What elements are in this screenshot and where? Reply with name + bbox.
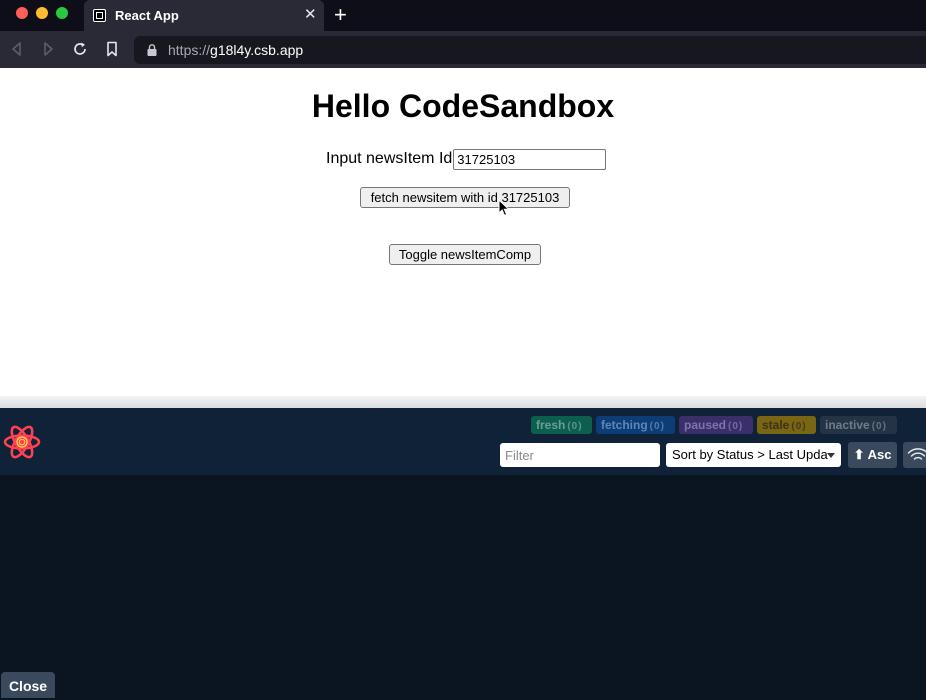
url-scheme: https://	[168, 42, 211, 58]
badge-stale-count: (0)	[791, 421, 807, 432]
browser-tab-bar: React App ✕ +	[0, 0, 926, 31]
badge-fetching-label: fetching	[601, 418, 648, 432]
wifi-icon	[907, 448, 926, 460]
devtools-query-list	[0, 475, 926, 698]
react-query-logo-icon[interactable]	[3, 423, 41, 461]
bookmark-icon[interactable]	[103, 40, 121, 58]
forward-icon[interactable]	[39, 40, 57, 58]
devtools-header: fresh (0) fetching (0) paused (0) stale (0) …	[0, 408, 926, 475]
sort-select[interactable]: Sort by Status > Last Upda	[666, 443, 841, 467]
window-close-button[interactable]	[16, 7, 28, 19]
chevron-down-icon	[827, 453, 835, 458]
lock-icon	[147, 44, 157, 56]
page-content: Hello CodeSandbox Input newsItem Id fetc…	[0, 68, 926, 400]
sort-direction-button[interactable]: ⬆ Asc	[848, 442, 897, 468]
badge-inactive: inactive (0)	[820, 416, 897, 434]
badge-paused-count: (0)	[728, 421, 744, 432]
badge-fetching-count: (0)	[649, 421, 665, 432]
fetch-newsitem-button[interactable]: fetch newsitem with id 31725103	[360, 187, 570, 208]
sort-select-value: Sort by Status > Last Upda	[672, 447, 828, 462]
badge-fresh-count: (0)	[567, 421, 583, 432]
mock-offline-button[interactable]	[903, 442, 926, 468]
browser-tab-active[interactable]: React App ✕	[84, 0, 324, 31]
window-minimize-button[interactable]	[36, 7, 48, 19]
newsitem-id-label: Input newsItem Id	[326, 150, 453, 167]
codesandbox-favicon-icon	[93, 9, 106, 22]
badge-paused: paused (0)	[679, 416, 753, 434]
address-bar[interactable]: https://g18l4y.csb.app	[134, 36, 926, 64]
url-text: https://g18l4y.csb.app	[168, 42, 303, 58]
devtools-close-button[interactable]: Close	[1, 672, 55, 698]
mouse-cursor-icon	[498, 199, 510, 217]
tab-close-icon[interactable]: ✕	[304, 6, 317, 24]
new-tab-button[interactable]: +	[334, 3, 347, 27]
badge-stale-label: stale	[762, 418, 790, 432]
badge-fresh: fresh (0)	[531, 416, 592, 434]
url-host: g18l4y.csb.app	[210, 42, 304, 58]
back-icon[interactable]	[8, 40, 26, 58]
devtools-resize-handle[interactable]	[0, 396, 926, 408]
page-title: Hello CodeSandbox	[311, 88, 615, 124]
badge-fresh-label: fresh	[536, 418, 566, 432]
newsitem-id-input[interactable]	[453, 148, 607, 170]
badge-paused-label: paused	[684, 418, 727, 432]
newsitem-id-row: Input newsItem Id	[326, 148, 607, 170]
badge-inactive-count: (0)	[871, 421, 887, 432]
window-maximize-button[interactable]	[56, 7, 68, 19]
badge-stale: stale (0)	[757, 416, 816, 434]
badge-inactive-label: inactive	[825, 418, 870, 432]
tab-title: React App	[115, 8, 179, 23]
badge-fetching: fetching (0)	[596, 416, 675, 434]
browser-toolbar: https://g18l4y.csb.app	[0, 31, 926, 68]
reload-icon[interactable]	[71, 40, 89, 58]
query-filter-input[interactable]	[500, 443, 660, 467]
toggle-newsitem-button[interactable]: Toggle newsItemComp	[389, 244, 541, 265]
